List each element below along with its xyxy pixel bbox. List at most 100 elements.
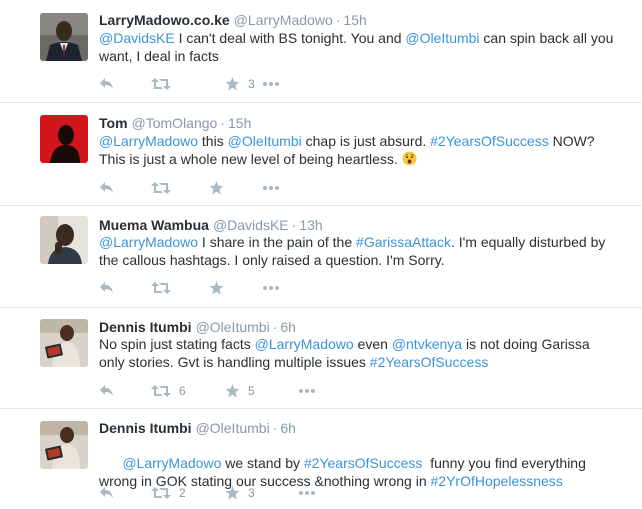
favorite-button[interactable]: 5 bbox=[225, 381, 255, 401]
username[interactable]: @OleItumbi bbox=[196, 319, 270, 335]
mention-link[interactable]: @LarryMadowo bbox=[99, 133, 198, 149]
timestamp[interactable]: 15h bbox=[343, 12, 366, 28]
hashtag-link[interactable]: #2YearsOfSuccess bbox=[430, 133, 549, 149]
reply-button[interactable] bbox=[99, 74, 115, 94]
hashtag-link[interactable]: #GarissaAttack bbox=[356, 234, 451, 250]
reply-icon bbox=[100, 78, 113, 89]
favorite-count: 5 bbox=[248, 384, 255, 398]
favorite-button[interactable]: 3 bbox=[225, 483, 255, 503]
retweet-button[interactable] bbox=[151, 178, 179, 198]
reply-icon bbox=[100, 282, 113, 293]
separator-dot: · bbox=[272, 420, 278, 436]
retweet-icon bbox=[151, 282, 171, 294]
retweet-count: 2 bbox=[179, 486, 186, 500]
separator-dot: · bbox=[335, 12, 341, 28]
avatar[interactable] bbox=[40, 421, 88, 469]
tweet[interactable]: Muema Wambua @DavidsKE · 13h @LarryMadowo I… bbox=[0, 206, 642, 308]
tweet-text: No spin just stating facts @LarryMadowo … bbox=[99, 335, 619, 371]
reply-button[interactable] bbox=[99, 483, 115, 503]
mention-link[interactable]: @OleItumbi bbox=[405, 30, 479, 46]
more-button[interactable] bbox=[298, 483, 316, 503]
more-icon bbox=[263, 286, 279, 290]
star-icon bbox=[225, 77, 240, 91]
avatar[interactable] bbox=[40, 216, 88, 264]
more-button[interactable] bbox=[262, 178, 280, 198]
separator-dot: · bbox=[272, 319, 278, 335]
worried-face-icon bbox=[402, 151, 417, 166]
display-name[interactable]: Dennis Itumbi bbox=[99, 319, 192, 335]
hashtag-link[interactable]: #2YearsOfSuccess bbox=[370, 354, 489, 370]
username[interactable]: @LarryMadowo bbox=[234, 12, 333, 28]
favorite-count: 3 bbox=[248, 486, 255, 500]
mention-link[interactable]: @OleItumbi bbox=[228, 133, 302, 149]
reply-button[interactable] bbox=[99, 381, 115, 401]
retweet-button[interactable]: 2 bbox=[151, 483, 186, 503]
tweet[interactable]: LarryMadowo.co.ke @LarryMadowo · 15h @David… bbox=[0, 0, 642, 103]
mention-link[interactable]: @LarryMadowo bbox=[99, 234, 198, 250]
username[interactable]: @DavidsKE bbox=[213, 217, 289, 233]
separator-dot: · bbox=[291, 217, 297, 233]
favorite-button[interactable]: 3 bbox=[225, 74, 255, 94]
hashtag-link[interactable]: #2YearsOfSuccess bbox=[304, 455, 423, 471]
star-icon bbox=[209, 281, 224, 295]
timestamp[interactable]: 6h bbox=[280, 319, 296, 335]
retweet-icon bbox=[151, 385, 171, 397]
tweet[interactable]: Dennis Itumbi @OleItumbi · 6h No spin just … bbox=[0, 308, 642, 409]
retweet-button[interactable] bbox=[151, 74, 179, 94]
timeline: LarryMadowo.co.ke @LarryMadowo · 15h @David… bbox=[0, 0, 642, 509]
tweet-text: @DavidsKE I can't deal with BS tonight. … bbox=[99, 29, 619, 65]
display-name[interactable]: Dennis Itumbi bbox=[99, 420, 192, 436]
mention-link[interactable]: @LarryMadowo bbox=[122, 455, 221, 471]
tweet-text-segment: No spin just stating facts bbox=[99, 336, 255, 352]
retweet-icon bbox=[151, 78, 171, 90]
more-button[interactable] bbox=[262, 278, 280, 298]
star-icon bbox=[209, 181, 224, 195]
more-icon bbox=[263, 82, 279, 86]
mention-link[interactable]: @ntvkenya bbox=[392, 336, 462, 352]
reply-button[interactable] bbox=[99, 278, 115, 298]
timestamp[interactable]: 6h bbox=[280, 420, 296, 436]
reply-icon bbox=[100, 487, 113, 498]
reply-icon bbox=[100, 182, 113, 193]
mention-link[interactable]: @DavidsKE bbox=[99, 30, 175, 46]
retweet-count: 6 bbox=[179, 384, 186, 398]
display-name[interactable]: LarryMadowo.co.ke bbox=[99, 12, 230, 28]
favorite-count: 3 bbox=[248, 77, 255, 91]
more-icon bbox=[263, 186, 279, 190]
favorite-button[interactable] bbox=[209, 278, 232, 298]
timestamp[interactable]: 15h bbox=[228, 115, 251, 131]
more-button[interactable] bbox=[298, 381, 316, 401]
display-name[interactable]: Muema Wambua bbox=[99, 217, 209, 233]
retweet-icon bbox=[151, 182, 171, 194]
display-name[interactable]: Tom bbox=[99, 115, 128, 131]
hashtag-link[interactable]: #2YrOfHopelessness bbox=[431, 473, 563, 489]
avatar[interactable] bbox=[40, 13, 88, 61]
separator-dot: · bbox=[220, 115, 225, 131]
retweet-button[interactable]: 6 bbox=[151, 381, 186, 401]
tweet-text-segment: even bbox=[353, 336, 392, 352]
tweet-text-segment: we stand by bbox=[221, 455, 304, 471]
username[interactable]: @OleItumbi bbox=[196, 420, 270, 436]
tweet-text-segment: I share in the pain of the bbox=[198, 234, 357, 250]
more-button[interactable] bbox=[262, 74, 280, 94]
tweet[interactable]: Tom @TomOlango · 15h @LarryMadowo this @Ole… bbox=[0, 103, 642, 206]
tweet-text: @LarryMadowo this @OleItumbi chap is jus… bbox=[99, 132, 619, 168]
tweet-text-segment: this bbox=[198, 133, 228, 149]
reply-icon bbox=[100, 385, 113, 396]
tweet-text-segment: chap is just absurd. bbox=[301, 133, 431, 149]
more-icon bbox=[299, 389, 315, 393]
retweet-icon bbox=[151, 487, 171, 499]
avatar[interactable] bbox=[40, 115, 88, 163]
tweet-text-segment: I can't deal with BS tonight. You and bbox=[174, 30, 406, 46]
retweet-button[interactable] bbox=[151, 278, 179, 298]
mention-link[interactable]: @LarryMadowo bbox=[255, 336, 354, 352]
avatar[interactable] bbox=[40, 319, 88, 367]
username[interactable]: @TomOlango bbox=[132, 115, 218, 131]
favorite-button[interactable] bbox=[209, 178, 232, 198]
star-icon bbox=[225, 486, 240, 500]
reply-button[interactable] bbox=[99, 178, 115, 198]
tweet-text: @LarryMadowo I share in the pain of the … bbox=[99, 233, 619, 269]
tweet[interactable]: Dennis Itumbi @OleItumbi · 6h @LarryMadowo … bbox=[0, 409, 642, 509]
more-icon bbox=[299, 491, 315, 495]
timestamp[interactable]: 13h bbox=[299, 217, 322, 233]
